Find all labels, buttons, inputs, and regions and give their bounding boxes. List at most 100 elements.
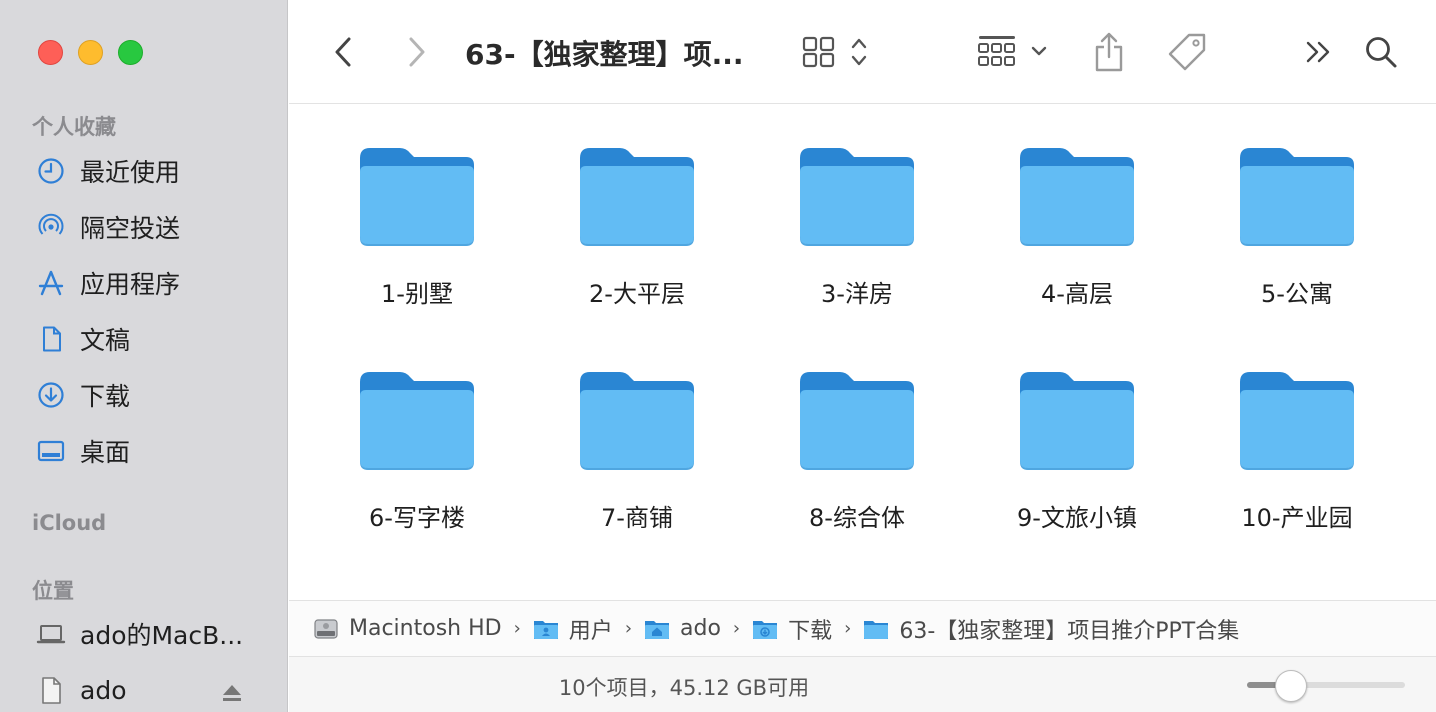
toolbar: 63-【独家整理】项... (289, 0, 1436, 104)
downloads-folder-icon (753, 620, 778, 639)
folder-item[interactable]: 7-商铺 (527, 368, 747, 533)
laptop-icon (36, 619, 66, 649)
chevron-left-icon (335, 37, 351, 67)
folder-label: 10-产业园 (1241, 504, 1353, 532)
sidebar-item-label: 桌面 (80, 438, 131, 467)
search-icon (1366, 37, 1397, 68)
forward-button[interactable] (399, 30, 433, 74)
tag-button[interactable] (1167, 30, 1207, 74)
folder-icon (1240, 148, 1354, 246)
status-text: 10个项目，45.12 GB可用 (558, 676, 810, 700)
document-icon (36, 324, 66, 354)
icon-size-slider[interactable] (1247, 670, 1405, 702)
sidebar-item-label: 下载 (80, 382, 131, 411)
back-button[interactable] (327, 30, 361, 74)
folder-icon (1020, 148, 1134, 246)
sidebar-item-applications[interactable]: 应用程序 (36, 263, 180, 303)
sidebar-item-label: 应用程序 (80, 270, 181, 299)
folder-label: 7-商铺 (601, 504, 673, 532)
home-folder-icon (645, 620, 670, 639)
users-folder-icon (533, 620, 558, 639)
folder-icon (1240, 372, 1354, 470)
folder-label: 8-综合体 (809, 504, 905, 532)
folder-item[interactable]: 1-别墅 (307, 144, 527, 309)
desktop-icon (36, 436, 66, 466)
share-icon (1095, 32, 1123, 72)
crumb-downloads[interactable]: 下载 (752, 613, 832, 645)
tag-icon (1168, 33, 1206, 71)
crumb-label: 下载 (788, 618, 833, 644)
folder-icon (360, 148, 474, 246)
folder-item[interactable]: 10-产业园 (1187, 368, 1407, 533)
double-chevron-right-icon (1306, 41, 1330, 63)
crumb-label: Macintosh HD (349, 616, 502, 641)
slider-knob[interactable] (1274, 670, 1307, 702)
folder-item[interactable]: 9-文旅小镇 (967, 368, 1187, 533)
crumb-ado[interactable]: ado (644, 616, 721, 641)
more-toolbar-items-button[interactable] (1303, 30, 1335, 74)
window-title: 63-【独家整理】项... (465, 38, 744, 71)
group-by-icon (978, 36, 1047, 66)
crumb-separator: › (732, 618, 741, 639)
window-controls (38, 40, 143, 65)
folder-label: 6-写字楼 (369, 504, 465, 532)
crumb-separator: › (624, 618, 633, 639)
crumb-current-folder[interactable]: 63-【独家整理】项目推介PPT合集 (863, 613, 1239, 645)
crumb-separator: › (844, 618, 852, 639)
folder-icon (1020, 372, 1134, 470)
crumb-macintosh-hd[interactable]: Macintosh HD (313, 616, 502, 641)
folder-item[interactable]: 5-公寓 (1187, 144, 1407, 309)
sidebar-item-recents[interactable]: 最近使用 (36, 151, 180, 191)
path-bar: Macintosh HD › 用户 › ado › 下载 › 63-【独家整理】… (289, 600, 1436, 657)
sidebar-item-downloads[interactable]: 下载 (36, 375, 130, 415)
crumb-label: 63-【独家整理】项目推介PPT合集 (899, 618, 1240, 644)
sidebar-item-documents[interactable]: 文稿 (36, 319, 130, 359)
folder-label: 4-高层 (1041, 280, 1113, 308)
sidebar-item-desktop[interactable]: 桌面 (36, 431, 130, 471)
folder-icon (580, 148, 694, 246)
clock-icon (36, 156, 66, 186)
folder-item[interactable]: 3-洋房 (747, 144, 967, 309)
hard-drive-icon (314, 618, 338, 639)
share-button[interactable] (1091, 30, 1127, 74)
eject-icon[interactable] (221, 682, 243, 704)
crumb-label: ado (680, 616, 721, 641)
folder-item[interactable]: 6-写字楼 (307, 368, 527, 533)
folder-icon (800, 372, 914, 470)
folder-label: 2-大平层 (589, 280, 685, 308)
airdrop-icon (36, 212, 66, 242)
sidebar-item-label: ado (80, 675, 127, 705)
folder-icon (580, 372, 694, 470)
zoom-window-button[interactable] (118, 40, 143, 65)
folder-item[interactable]: 2-大平层 (527, 144, 747, 309)
status-bar: 10个项目，45.12 GB可用 (289, 657, 1436, 712)
folder-icon (864, 620, 889, 639)
folder-item[interactable]: 8-综合体 (747, 368, 967, 533)
icloud-header: iCloud (32, 511, 107, 535)
crumb-label: 用户 (568, 618, 613, 644)
close-window-button[interactable] (38, 40, 63, 65)
search-button[interactable] (1363, 30, 1399, 74)
folder-grid: 1-别墅 2-大平层 3-洋房 4-高层 5-公寓 6-写字楼 7-商铺 8-综合体 9-文旅小… (289, 104, 1436, 600)
crumb-separator: › (513, 618, 521, 639)
minimize-window-button[interactable] (78, 40, 103, 65)
folder-icon (800, 148, 914, 246)
sidebar: 个人收藏 最近使用 隔空投送 应用程序 文稿 下载 桌面 iCloud 位置 a… (0, 0, 288, 712)
locations-header: 位置 (32, 579, 74, 603)
folder-item[interactable]: 4-高层 (967, 144, 1187, 309)
applications-icon (36, 268, 66, 298)
crumb-users[interactable]: 用户 (533, 613, 613, 645)
favorites-header: 个人收藏 (32, 115, 116, 139)
sidebar-item-macbook[interactable]: ado的MacB... (36, 614, 243, 654)
file-icon (36, 675, 66, 705)
sidebar-item-label: 最近使用 (80, 158, 181, 187)
group-button[interactable] (977, 30, 1051, 74)
sidebar-item-label: 隔空投送 (80, 214, 181, 243)
sidebar-item-airdrop[interactable]: 隔空投送 (36, 207, 180, 247)
view-mode-button[interactable] (801, 30, 873, 74)
folder-label: 3-洋房 (821, 280, 893, 308)
sidebar-item-ado-volume[interactable]: ado (36, 670, 126, 710)
folder-label: 5-公寓 (1261, 280, 1333, 308)
sidebar-item-label: ado的MacB... (80, 621, 244, 650)
chevron-right-icon (409, 37, 425, 67)
